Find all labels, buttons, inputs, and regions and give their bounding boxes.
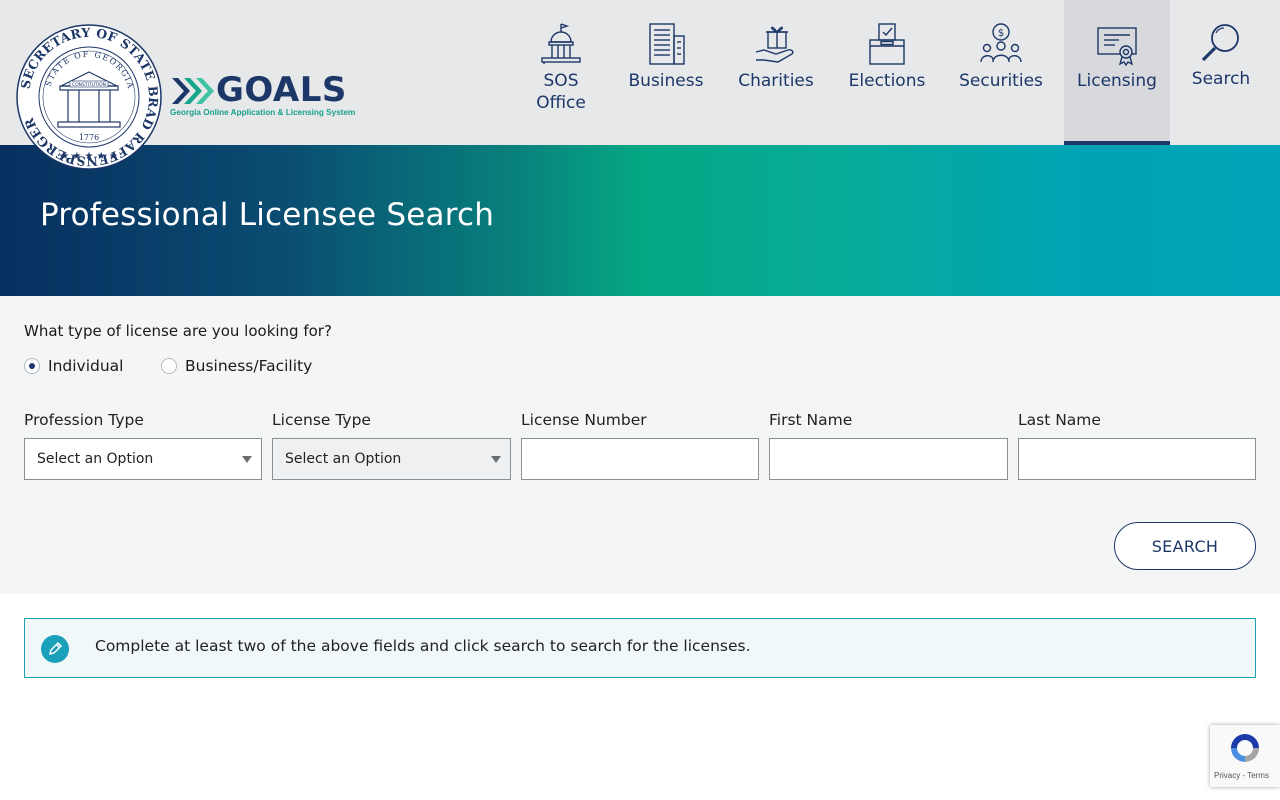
nav-label: Charities (738, 71, 814, 91)
profession-type-label: Profession Type (24, 411, 144, 429)
certificate-icon (1097, 27, 1137, 66)
nav-label: Securities (959, 71, 1043, 91)
radio-individual[interactable]: Individual (24, 357, 124, 375)
capitol-icon (541, 23, 581, 64)
radio-button[interactable] (161, 358, 177, 374)
info-message-box: Complete at least two of the above field… (24, 618, 1256, 678)
last-name-input[interactable] (1018, 438, 1256, 480)
site-header: SECRETARY OF STATE BRAD RAFFENSPERGER ST… (0, 0, 1280, 170)
nav-label: SOS Office (536, 71, 586, 113)
goals-logo[interactable]: GOALS Georgia Online Application & Licen… (170, 70, 355, 120)
first-name-label: First Name (769, 411, 853, 429)
nav-item-business[interactable]: Business (626, 0, 706, 145)
license-type-select[interactable]: Select an Option (272, 438, 511, 480)
license-number-label: License Number (521, 411, 647, 429)
goals-tagline: Georgia Online Application & Licensing S… (170, 108, 356, 117)
radio-business-facility[interactable]: Business/Facility (161, 357, 312, 375)
investor-icon: $ (980, 23, 1022, 63)
gift-hand-icon (755, 26, 794, 63)
goals-wordmark: GOALS (216, 70, 347, 110)
hero-banner: Professional Licensee Search (0, 145, 1280, 296)
search-button[interactable]: SEARCH (1114, 522, 1256, 570)
page-title: Professional Licensee Search (40, 197, 495, 233)
license-number-input[interactable] (521, 438, 759, 480)
caret-down-icon (491, 456, 501, 463)
radio-label: Business/Facility (185, 357, 313, 375)
nav-item-search[interactable]: Search (1186, 0, 1256, 145)
profession-type-select[interactable]: Select an Option (24, 438, 262, 480)
select-value: Select an Option (285, 451, 402, 467)
georgia-seal-logo[interactable]: SECRETARY OF STATE BRAD RAFFENSPERGER ST… (16, 24, 162, 170)
nav-item-securities[interactable]: $ Securities (958, 0, 1044, 145)
recaptcha-links[interactable]: Privacy - Terms (1214, 771, 1269, 780)
magnifier-icon (1201, 24, 1239, 62)
last-name-label: Last Name (1018, 411, 1101, 429)
license-type-question: What type of license are you looking for… (24, 322, 332, 340)
select-value: Select an Option (37, 451, 154, 467)
nav-label: Business (628, 71, 704, 91)
nav-item-elections[interactable]: Elections (846, 0, 928, 145)
svg-text:★ ★ ★ ★ ★: ★ ★ ★ ★ ★ (60, 151, 118, 162)
radio-label: Individual (48, 357, 124, 375)
nav-label: Licensing (1077, 71, 1157, 91)
first-name-input[interactable] (769, 438, 1008, 480)
recaptcha-icon (1231, 734, 1259, 762)
license-type-label: License Type (272, 411, 371, 429)
nav-item-charities[interactable]: Charities (736, 0, 816, 145)
recaptcha-badge[interactable]: Privacy - Terms (1210, 725, 1280, 787)
nav-item-sos-office[interactable]: SOS Office (530, 0, 592, 145)
svg-text:1776: 1776 (79, 133, 99, 142)
building-icon (649, 23, 685, 65)
info-text: Complete at least two of the above field… (95, 637, 751, 655)
radio-button[interactable] (24, 358, 40, 374)
search-form-panel: What type of license are you looking for… (0, 296, 1280, 594)
chevrons-icon (172, 78, 214, 104)
caret-down-icon (242, 456, 252, 463)
nav-item-licensing[interactable]: Licensing (1064, 0, 1170, 145)
nav-label: Search (1191, 69, 1251, 89)
ballot-box-icon (869, 23, 905, 65)
svg-text:$: $ (998, 28, 1004, 39)
svg-text:CONSTITUTION: CONSTITUTION (72, 82, 106, 88)
nav-label: Elections (848, 71, 926, 91)
pencil-icon (41, 635, 69, 663)
